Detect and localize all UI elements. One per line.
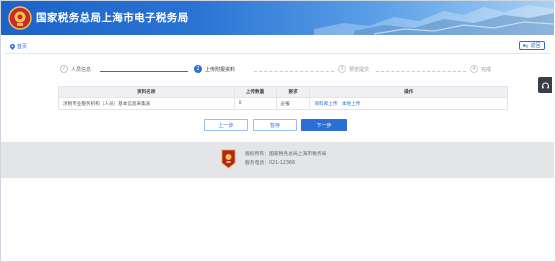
progress-steps: ✓ 人员信息 2 上传附报资料 3 预览提交 4 完成 — [58, 65, 508, 77]
headset-icon — [541, 82, 549, 88]
step-1-label: 人员信息 — [71, 66, 92, 73]
step-connector-1 — [100, 71, 188, 72]
step-3-number: 3 — [338, 65, 346, 73]
local-upload-link[interactable]: 本地上传 — [342, 102, 360, 107]
site-title: 国家税务总局上海市电子税务局 — [36, 12, 189, 24]
breadcrumb-home-label: 首页 — [17, 44, 28, 50]
cell-actions: 资料库上传 本地上传 — [309, 97, 508, 110]
tax-emblem-logo — [8, 6, 32, 30]
step-4: 4 完成 — [470, 65, 491, 73]
step-4-label: 完成 — [481, 66, 492, 73]
step-1: ✓ 人员信息 — [60, 65, 91, 73]
footer-copyright: 版权所有：国家税务总局上海市税务局 — [245, 152, 327, 157]
location-pin-icon — [10, 43, 15, 50]
step-2: 2 上传附报资料 — [194, 65, 235, 73]
save-draft-button[interactable]: 暂存 — [253, 119, 297, 131]
step-3: 3 预览提交 — [338, 65, 369, 73]
col-header-name: 资料名称 — [58, 86, 235, 98]
header-divider — [4, 53, 550, 54]
step-connector-2 — [254, 71, 334, 72]
repository-upload-link[interactable]: 资料库上传 — [314, 102, 337, 107]
footer-text: 版权所有：国家税务总局上海市税务局 服务电话：021-12366 — [245, 150, 327, 168]
footer-emblem-logo — [221, 149, 236, 169]
return-arrow-icon — [523, 43, 528, 48]
prev-step-button[interactable]: 上一步 — [204, 119, 248, 131]
cell-doc-name: 涉税专业服务机构（人员）基本信息采集表 — [58, 97, 235, 110]
table-header-row: 资料名称 上传数量 要求 操作 — [58, 86, 508, 98]
site-header: 国家税务总局上海市电子税务局 — [1, 1, 554, 35]
step-3-label: 预览提交 — [349, 66, 370, 73]
cell-requirement: 必报 — [275, 97, 311, 110]
step-1-check-icon: ✓ — [60, 65, 68, 73]
attachment-table: 资料名称 上传数量 要求 操作 涉税专业服务机构（人员）基本信息采集表 0 必报… — [58, 86, 508, 110]
table-row: 涉税专业服务机构（人员）基本信息采集表 0 必报 资料库上传 本地上传 — [58, 97, 508, 110]
step-connector-3 — [376, 71, 466, 72]
page-frame — [0, 0, 556, 262]
next-step-button[interactable]: 下一步 — [301, 119, 347, 131]
step-4-number: 4 — [470, 65, 478, 73]
step-2-label: 上传附报资料 — [205, 66, 236, 73]
col-header-count: 上传数量 — [233, 86, 277, 98]
cell-upload-count: 0 — [233, 97, 277, 110]
great-wall-banner — [314, 5, 554, 35]
breadcrumb-home[interactable]: 首页 — [10, 43, 27, 50]
footer-phone: 服务电话：021-12366 — [245, 161, 296, 166]
service-side-tab[interactable] — [538, 77, 552, 93]
back-button[interactable]: 返回 — [519, 41, 545, 50]
back-button-label: 返回 — [530, 43, 541, 49]
step-2-number: 2 — [194, 65, 202, 73]
col-header-requirement: 要求 — [275, 86, 311, 98]
col-header-action: 操作 — [309, 86, 508, 98]
